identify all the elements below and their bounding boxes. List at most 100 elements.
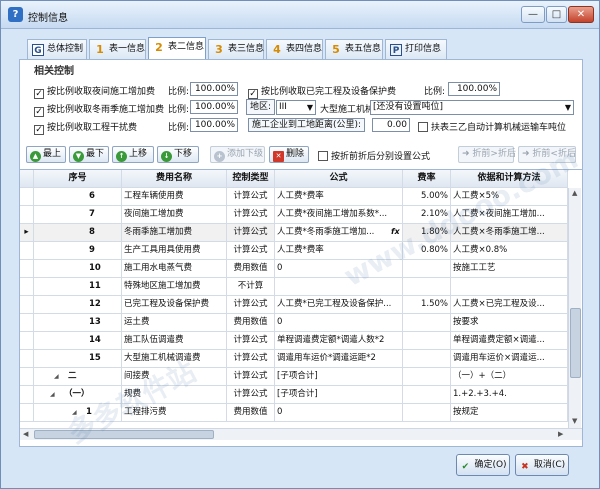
row-indicator[interactable]	[20, 188, 34, 206]
delete-button[interactable]: ✕ 删除	[269, 146, 309, 163]
table-row[interactable]: 12 已完工程及设备保护费 计算公式 人工费*已完工程及设备保护... 1.50% 人工费…	[20, 296, 582, 314]
formula-editor-icon[interactable]: fx	[391, 227, 400, 236]
cell-basis[interactable]: 人工费×夜间施工增加...	[451, 206, 568, 224]
cell-seq[interactable]: 13	[34, 314, 122, 332]
cell-seq[interactable]: 7	[34, 206, 122, 224]
cell-formula[interactable]: 人工费*费率	[275, 188, 403, 206]
cell-ctrl[interactable]: 计算公式	[227, 368, 275, 386]
before-to-after-button[interactable]: ➜ 折前>折后	[458, 146, 516, 163]
cell-basis[interactable]: 单程调遣费定额×调遣...	[451, 332, 568, 350]
tab-overall[interactable]: G 总体控制	[27, 39, 87, 59]
cell-seq[interactable]: 11	[34, 278, 122, 296]
add-child-button[interactable]: + 添加下级	[210, 146, 265, 163]
cell-seq[interactable]: ◢ 1	[34, 404, 122, 422]
row-indicator[interactable]	[20, 386, 34, 404]
scroll-down-icon[interactable]: ▼	[572, 417, 577, 425]
cell-basis[interactable]: 调遣用车运价×调遣运...	[451, 350, 568, 368]
cell-rate[interactable]	[403, 332, 451, 350]
cell-formula[interactable]	[275, 278, 403, 296]
table-row[interactable]: 11 特殊地区施工增加费 不计算	[20, 278, 582, 296]
cell-formula[interactable]: [子项合计]	[275, 368, 403, 386]
tree-collapse-icon[interactable]: ◢	[72, 404, 77, 421]
machinery-select[interactable]: [还没有设置吨位] ▼	[370, 100, 574, 115]
row-indicator[interactable]	[20, 350, 34, 368]
row-indicator[interactable]	[20, 260, 34, 278]
cell-rate[interactable]: 0.80%	[403, 242, 451, 260]
tab-table4[interactable]: 4 表四信息	[266, 39, 323, 59]
cell-seq[interactable]: 15	[34, 350, 122, 368]
table-row[interactable]: ▸ 8 冬雨季施工增加费 计算公式 人工费*冬雨季施工增加... fx 1.80% 人工费×冬…	[20, 224, 582, 242]
scroll-left-icon[interactable]: ◀	[23, 430, 28, 438]
table-row[interactable]: 14 施工队伍调遣费 计算公式 单程调遣费定额*调遣人数*2 单程调遣费定额×调遣...	[20, 332, 582, 350]
row-indicator[interactable]	[20, 278, 34, 296]
cell-formula[interactable]: [子项合计]	[275, 386, 403, 404]
table-row[interactable]: ◢ 1 工程排污费 费用数值 0 按规定	[20, 404, 582, 422]
cell-name[interactable]: 工程车辆使用费	[122, 188, 227, 206]
cell-rate[interactable]: 2.10%	[403, 206, 451, 224]
tab-table2[interactable]: 2 表二信息	[148, 37, 206, 60]
row-indicator[interactable]	[20, 332, 34, 350]
cell-rate[interactable]	[403, 314, 451, 332]
cell-ctrl[interactable]: 不计算	[227, 278, 275, 296]
cell-ctrl[interactable]: 计算公式	[227, 224, 275, 242]
cell-formula[interactable]: 单程调遣费定额*调遣人数*2	[275, 332, 403, 350]
cell-name[interactable]: 已完工程及设备保护费	[122, 296, 227, 314]
vertical-scroll-thumb[interactable]	[570, 308, 581, 378]
scroll-up-icon[interactable]: ▲	[572, 189, 577, 197]
header-ctrl[interactable]: 控制类型	[227, 170, 275, 188]
cell-rate[interactable]	[403, 386, 451, 404]
maximize-button[interactable]: □	[546, 6, 567, 23]
cell-basis[interactable]: （一）+（二）	[451, 368, 568, 386]
row-indicator[interactable]	[20, 368, 34, 386]
cell-seq[interactable]: ◢ 二	[34, 368, 122, 386]
cell-formula[interactable]: 人工费*费率	[275, 242, 403, 260]
cell-formula[interactable]: 人工费*已完工程及设备保护...	[275, 296, 403, 314]
cell-seq[interactable]: 6	[34, 188, 122, 206]
cancel-button[interactable]: ✖ 取消(C)	[515, 454, 569, 476]
cell-formula[interactable]: 0	[275, 404, 403, 422]
tree-collapse-icon[interactable]: ◢	[54, 368, 59, 385]
interference-ratio-input[interactable]: 100.00%	[190, 118, 238, 132]
tab-table3[interactable]: 3 表三信息	[208, 39, 264, 59]
vertical-scrollbar[interactable]: ▲ ▼	[568, 188, 581, 428]
completed-ratio-input[interactable]: 100.00%	[448, 82, 500, 96]
completed-protection-checkbox[interactable]: ✓ 按比例收取已完工程及设备保护费	[248, 84, 396, 99]
region-select[interactable]: III ▼	[276, 100, 316, 115]
cell-ctrl[interactable]: 计算公式	[227, 386, 275, 404]
cell-name[interactable]: 特殊地区施工增加费	[122, 278, 227, 296]
cell-basis[interactable]: 按施工工艺	[451, 260, 568, 278]
cell-basis[interactable]: 人工费×0.8%	[451, 242, 568, 260]
cell-basis[interactable]: 人工费×已完工程及设...	[451, 296, 568, 314]
cell-rate[interactable]: 1.50%	[403, 296, 451, 314]
cell-ctrl[interactable]: 计算公式	[227, 350, 275, 368]
row-indicator[interactable]	[20, 314, 34, 332]
header-rate[interactable]: 费率	[403, 170, 451, 188]
minimize-button[interactable]: —	[521, 6, 545, 23]
night-ratio-input[interactable]: 100.00%	[190, 82, 238, 96]
cell-name[interactable]: 夜间施工增加费	[122, 206, 227, 224]
tab-table1[interactable]: 1 表一信息	[89, 39, 146, 59]
cell-basis[interactable]: 按要求	[451, 314, 568, 332]
move-top-button[interactable]: ▲ 最上	[26, 146, 66, 163]
header-name[interactable]: 费用名称	[122, 170, 227, 188]
table-row[interactable]: 6 工程车辆使用费 计算公式 人工费*费率 5.00% 人工费×5%	[20, 188, 582, 206]
cell-seq[interactable]: 14	[34, 332, 122, 350]
close-button[interactable]: ✕	[568, 6, 594, 23]
move-up-button[interactable]: ↑ 上移	[112, 146, 154, 163]
header-formula[interactable]: 公式	[275, 170, 403, 188]
cell-ctrl[interactable]: 费用数值	[227, 404, 275, 422]
cell-rate[interactable]	[403, 404, 451, 422]
cell-ctrl[interactable]: 费用数值	[227, 260, 275, 278]
cell-name[interactable]: 运土费	[122, 314, 227, 332]
auto-calc-checkbox[interactable]: 扶表三乙自动计算机械运输车吨位	[418, 120, 566, 133]
tab-print[interactable]: P 打印信息	[385, 39, 447, 59]
cell-formula[interactable]: 人工费*夜间施工增加系数*...	[275, 206, 403, 224]
cell-rate[interactable]: 1.80%	[403, 224, 451, 242]
night-work-checkbox[interactable]: ✓ 按比例收取夜间施工增加费	[34, 84, 155, 99]
row-indicator[interactable]	[20, 242, 34, 260]
cell-name[interactable]: 工程排污费	[122, 404, 227, 422]
cell-ctrl[interactable]: 费用数值	[227, 314, 275, 332]
header-basis[interactable]: 依据和计算方法	[451, 170, 568, 188]
table-row[interactable]: 15 大型施工机械调遣费 计算公式 调遣用车运价*调遣运距*2 调遣用车运价×调遣运..…	[20, 350, 582, 368]
cell-seq[interactable]: 9	[34, 242, 122, 260]
